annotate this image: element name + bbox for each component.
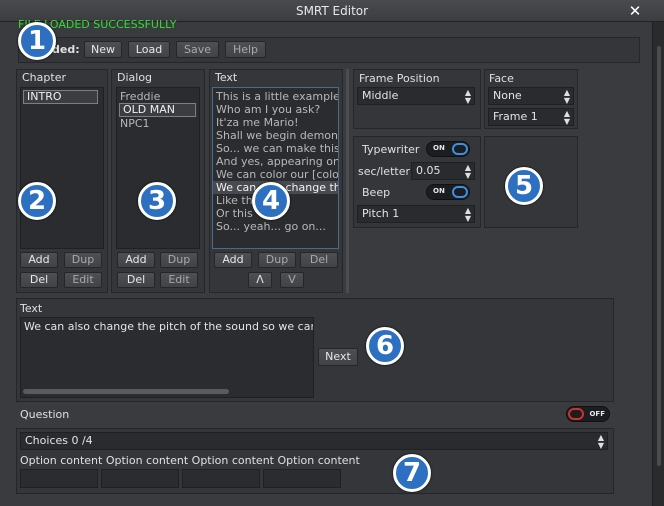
annotation-badge-2: 2 bbox=[18, 182, 56, 220]
list-item[interactable]: Shall we begin demonst bbox=[213, 129, 338, 142]
text-edit-header: Text bbox=[20, 302, 43, 315]
sec-letter-input[interactable]: 0.05 ▲ ▼ bbox=[411, 162, 475, 180]
typewriter-label: Typewriter bbox=[362, 143, 420, 156]
chapter-dup-button[interactable]: Dup bbox=[64, 252, 102, 268]
scrollbar-thumb[interactable] bbox=[657, 46, 661, 466]
annotation-badge-7: 7 bbox=[393, 454, 431, 492]
list-item[interactable]: It'za me Mario! bbox=[213, 116, 338, 129]
text-dup-button[interactable]: Dup bbox=[258, 252, 296, 268]
annotation-badge-4: 4 bbox=[252, 182, 290, 220]
beep-label: Beep bbox=[362, 186, 391, 199]
option-input-3[interactable] bbox=[182, 469, 260, 488]
option-input-2[interactable] bbox=[101, 469, 179, 488]
list-item[interactable]: OLD MAN bbox=[119, 103, 196, 117]
chevron-updown-icon: ▲ ▼ bbox=[464, 206, 471, 223]
sec-letter-value: 0.05 bbox=[416, 164, 441, 177]
annotation-badge-3: 3 bbox=[138, 182, 176, 220]
help-button[interactable]: Help bbox=[225, 41, 266, 58]
right-scrollbar[interactable] bbox=[652, 22, 664, 506]
list-item[interactable]: So... yeah... go on... bbox=[213, 220, 338, 233]
option-header-1: Option content bbox=[20, 454, 103, 467]
dialog-header: Dialog bbox=[117, 71, 153, 84]
chevron-updown-icon: ▲ ▼ bbox=[563, 88, 570, 105]
sec-letter-label: sec/letter bbox=[358, 165, 410, 178]
list-item[interactable]: NPC1 bbox=[117, 117, 199, 130]
dialog-add-button[interactable]: Add bbox=[117, 252, 155, 268]
option-header-3: Option content bbox=[191, 454, 274, 467]
frame-position-value: Middle bbox=[362, 89, 399, 102]
choices-select[interactable]: Choices 0 /4 ▲ ▼ bbox=[20, 432, 608, 450]
chapter-edit-button[interactable]: Edit bbox=[64, 272, 102, 288]
list-item[interactable]: So... we can make this g bbox=[213, 142, 338, 155]
dialog-dup-button[interactable]: Dup bbox=[160, 252, 198, 268]
file-label: ded: bbox=[52, 43, 80, 56]
horizontal-scrollbar[interactable] bbox=[23, 389, 229, 394]
list-item[interactable]: Freddie bbox=[117, 90, 199, 103]
list-item[interactable]: This is a little example bbox=[213, 90, 338, 103]
list-item[interactable]: INTRO bbox=[23, 90, 98, 104]
face-value: None bbox=[493, 89, 522, 102]
option-input-4[interactable] bbox=[263, 469, 341, 488]
frame-position-header: Frame Position bbox=[359, 72, 440, 85]
option-header-4: Option content bbox=[277, 454, 360, 467]
chevron-updown-icon: ▲ ▼ bbox=[464, 88, 471, 105]
list-item[interactable]: Who am I you ask? bbox=[213, 103, 338, 116]
chevron-updown-icon: ▲ ▼ bbox=[464, 163, 471, 180]
option-headers: Option content Option content Option con… bbox=[20, 454, 360, 467]
toggle-knob bbox=[568, 408, 584, 420]
dialog-del-button[interactable]: Del bbox=[117, 272, 155, 288]
toggle-text: ON bbox=[433, 187, 445, 195]
toggle-text: OFF bbox=[589, 410, 605, 418]
face-frame-value: Frame 1 bbox=[493, 110, 538, 123]
chapter-list[interactable]: INTRO bbox=[20, 87, 104, 249]
toggle-knob bbox=[452, 143, 468, 155]
save-button[interactable]: Save bbox=[176, 41, 219, 58]
text-list-header: Text bbox=[215, 71, 238, 84]
pitch-value: Pitch 1 bbox=[362, 207, 400, 220]
chevron-updown-icon: ▲ ▼ bbox=[563, 109, 570, 126]
typewriter-toggle[interactable]: ON bbox=[426, 141, 470, 157]
text-del-button[interactable]: Del bbox=[300, 252, 338, 268]
text-list[interactable]: This is a little example Who am I you as… bbox=[212, 87, 339, 249]
choices-value: Choices 0 /4 bbox=[25, 434, 93, 447]
face-frame-select[interactable]: Frame 1 ▲ ▼ bbox=[488, 108, 574, 126]
annotation-badge-6: 6 bbox=[366, 327, 404, 365]
text-add-button[interactable]: Add bbox=[214, 252, 252, 268]
list-item[interactable]: We can color our [colors bbox=[213, 168, 338, 181]
toggle-text: ON bbox=[433, 144, 445, 152]
option-header-2: Option content bbox=[105, 454, 189, 467]
chapter-header: Chapter bbox=[22, 71, 66, 84]
move-down-button[interactable]: V bbox=[280, 272, 304, 288]
chapter-add-button[interactable]: Add bbox=[20, 252, 58, 268]
move-up-button[interactable]: Λ bbox=[248, 272, 272, 288]
question-toggle[interactable]: OFF bbox=[566, 406, 610, 422]
beep-toggle[interactable]: ON bbox=[426, 184, 470, 200]
face-header: Face bbox=[489, 72, 514, 85]
column-divider bbox=[346, 69, 349, 293]
annotation-badge-5: 5 bbox=[505, 167, 543, 205]
new-button[interactable]: New bbox=[84, 41, 122, 58]
text-edit-area[interactable]: We can also change the pitch of the soun… bbox=[20, 317, 314, 398]
chapter-del-button[interactable]: Del bbox=[20, 272, 58, 288]
annotation-badge-1: 1 bbox=[18, 22, 56, 60]
list-item[interactable]: And yes, appearing on t bbox=[213, 155, 338, 168]
load-button[interactable]: Load bbox=[128, 41, 170, 58]
text-edit-value[interactable]: We can also change the pitch of the soun… bbox=[21, 318, 313, 335]
dialog-edit-button[interactable]: Edit bbox=[160, 272, 198, 288]
chevron-updown-icon: ▲ ▼ bbox=[597, 433, 604, 450]
question-label: Question bbox=[20, 408, 70, 421]
next-button[interactable]: Next bbox=[318, 348, 358, 366]
toggle-knob bbox=[452, 186, 468, 198]
pitch-select[interactable]: Pitch 1 ▲ ▼ bbox=[357, 205, 475, 223]
frame-position-select[interactable]: Middle ▲ ▼ bbox=[357, 87, 475, 105]
close-icon[interactable]: ✕ bbox=[626, 2, 644, 20]
face-select[interactable]: None ▲ ▼ bbox=[488, 87, 574, 105]
option-input-1[interactable] bbox=[20, 469, 98, 488]
dialog-list[interactable]: Freddie OLD MAN NPC1 bbox=[116, 87, 200, 249]
